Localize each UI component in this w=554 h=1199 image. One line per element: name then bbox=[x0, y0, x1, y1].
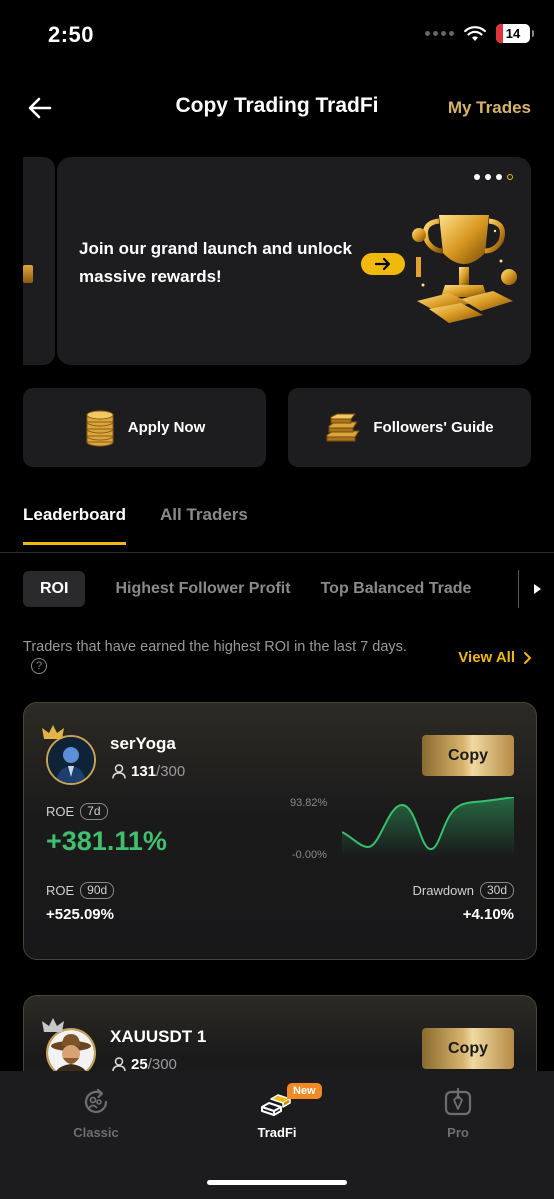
nav-classic[interactable]: Classic bbox=[36, 1087, 156, 1140]
help-icon[interactable]: ? bbox=[31, 658, 47, 674]
roe-90d-value: +525.09% bbox=[46, 906, 114, 923]
period-pill: 90d bbox=[80, 882, 115, 899]
apply-now-label: Apply Now bbox=[127, 419, 206, 436]
banner-previous-slide[interactable] bbox=[23, 157, 55, 365]
cellular-signal-icon bbox=[425, 31, 454, 36]
tab-all-traders[interactable]: All Traders bbox=[160, 505, 248, 545]
drawdown-label: Drawdown 30d bbox=[413, 882, 514, 899]
copy-button[interactable]: Copy bbox=[422, 735, 514, 776]
status-time: 2:50 bbox=[48, 22, 95, 47]
filter-top-balanced-trade[interactable]: Top Balanced Trade bbox=[321, 580, 472, 598]
gold-bars-icon bbox=[326, 413, 361, 441]
roe-90d-label: ROE 90d bbox=[46, 882, 115, 899]
drawdown-value: +4.10% bbox=[462, 906, 514, 923]
chevron-right-icon bbox=[524, 651, 532, 664]
followers-guide-button[interactable]: Followers' Guide bbox=[288, 388, 531, 467]
trophy-icon bbox=[412, 215, 517, 323]
banner-arrow-button[interactable] bbox=[361, 253, 405, 275]
my-trades-link[interactable]: My Trades bbox=[448, 98, 531, 118]
new-badge: New bbox=[287, 1083, 322, 1099]
filters-more-button[interactable] bbox=[518, 570, 554, 608]
period-pill: 7d bbox=[80, 803, 108, 820]
status-bar: 2:50 14 bbox=[0, 0, 554, 70]
carousel-dots bbox=[474, 174, 513, 180]
header: Copy Trading TradFi My Trades bbox=[0, 80, 554, 136]
roe-7d-label: ROE 7d bbox=[46, 803, 108, 820]
chart-min-label: -0.00% bbox=[292, 849, 327, 861]
coin-stack-icon bbox=[86, 410, 114, 446]
tab-leaderboard[interactable]: Leaderboard bbox=[23, 505, 126, 545]
filter-roi[interactable]: ROI bbox=[23, 571, 86, 607]
view-all-link[interactable]: View All bbox=[458, 649, 532, 666]
nav-tradfi[interactable]: New TradFi bbox=[217, 1083, 337, 1140]
chart-max-label: 93.82% bbox=[290, 797, 328, 809]
tabs-divider bbox=[0, 552, 554, 553]
promo-banner[interactable]: Join our grand launch and unlock massive… bbox=[57, 157, 531, 365]
wifi-icon bbox=[464, 25, 486, 41]
filter-description: Traders that have earned the highest ROI… bbox=[23, 639, 407, 655]
followers-guide-label: Followers' Guide bbox=[373, 419, 494, 436]
user-icon bbox=[112, 1057, 126, 1072]
avatar bbox=[46, 735, 96, 785]
gold-bar-icon bbox=[23, 265, 33, 283]
home-indicator bbox=[207, 1180, 347, 1185]
trader-name: serYoga bbox=[110, 734, 176, 753]
main-tabs: Leaderboard All Traders bbox=[23, 505, 248, 545]
view-all-label: View All bbox=[458, 649, 515, 666]
battery-icon: 14 bbox=[496, 24, 534, 43]
caret-right-icon bbox=[533, 584, 541, 594]
trader-card[interactable]: serYoga 131/300 Copy ROE 7d +381.11% 93.… bbox=[23, 702, 537, 960]
pro-icon bbox=[444, 1087, 472, 1116]
follower-count: 131/300 bbox=[112, 763, 185, 780]
user-icon bbox=[112, 764, 126, 779]
roe-sparkline bbox=[342, 797, 514, 857]
filter-chips: ROI Highest Follower Profit Top Balanced… bbox=[23, 570, 554, 608]
copy-button[interactable]: Copy bbox=[422, 1028, 514, 1069]
crown-icon bbox=[42, 1018, 64, 1032]
crown-icon bbox=[42, 725, 64, 739]
roe-7d-value: +381.11% bbox=[46, 826, 167, 856]
banner-text: Join our grand launch and unlock massive… bbox=[79, 239, 352, 286]
arrow-right-icon bbox=[374, 257, 391, 271]
nav-pro[interactable]: Pro bbox=[398, 1087, 518, 1140]
apply-now-button[interactable]: Apply Now bbox=[23, 388, 266, 467]
filter-highest-follower-profit[interactable]: Highest Follower Profit bbox=[115, 580, 290, 598]
classic-icon bbox=[84, 1088, 108, 1114]
trader-name: XAUUSDT 1 bbox=[110, 1027, 207, 1046]
period-pill: 30d bbox=[479, 882, 514, 899]
